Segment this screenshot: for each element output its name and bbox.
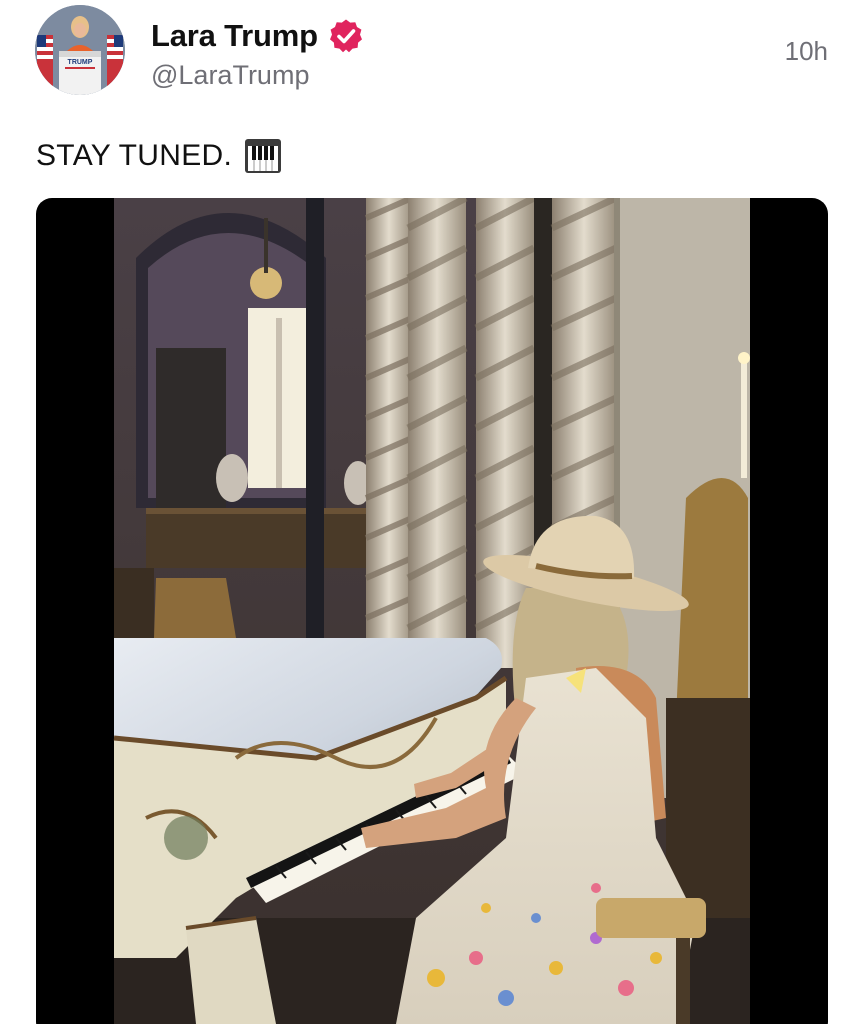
podium-sign-text: TRUMP [68,59,93,66]
display-name[interactable]: Lara Trump [151,18,318,54]
post-card[interactable]: TRUMP Lara Trump @LaraTrump 10h STAY TUN… [0,0,864,1024]
video-frame [113,198,750,1024]
avatar[interactable]: TRUMP [35,5,125,95]
post-text: STAY TUNED. [36,138,282,174]
author-handle[interactable]: @LaraTrump [151,60,309,91]
author-name-row[interactable]: Lara Trump [151,14,364,58]
musical-keyboard-icon [245,139,282,173]
post-text-content: STAY TUNED. [36,139,233,172]
verified-badge-icon [329,19,362,53]
post-media-video[interactable] [36,198,828,1024]
post-timestamp[interactable]: 10h [785,36,828,67]
avatar-photo: TRUMP [35,5,125,95]
